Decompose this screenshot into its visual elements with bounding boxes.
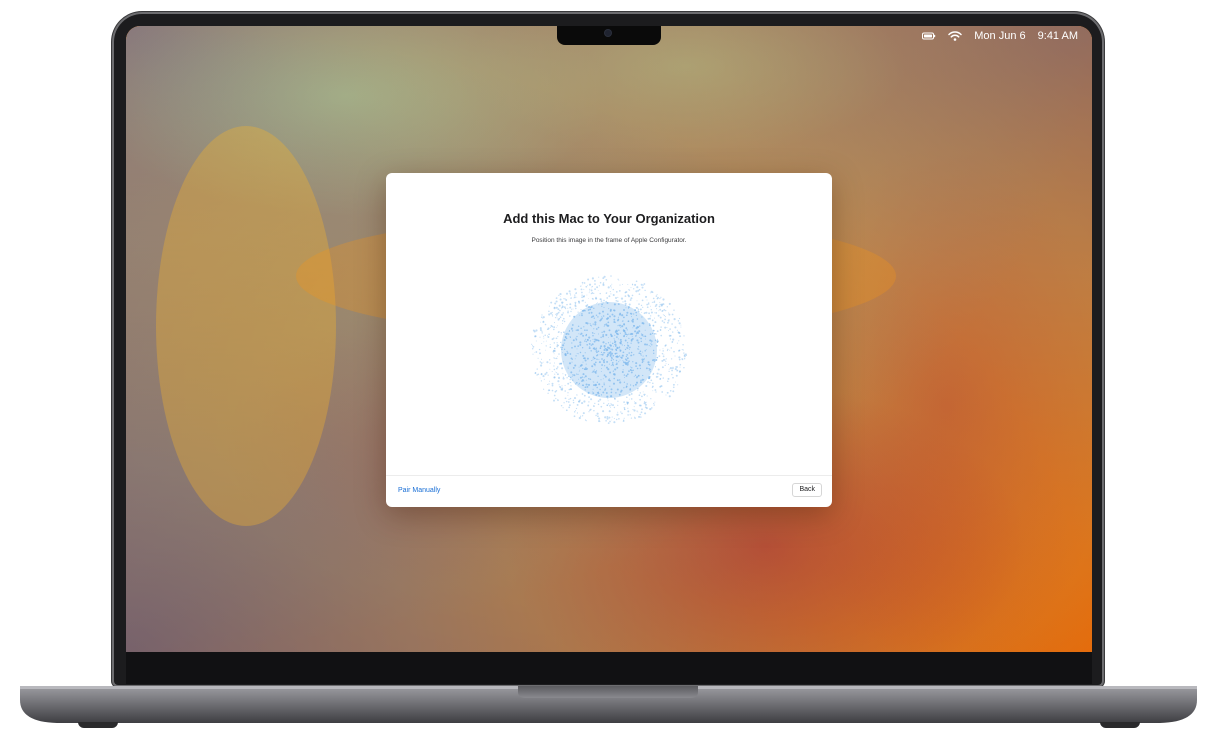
camera-icon: [605, 30, 611, 36]
dialog-title: Add this Mac to Your Organization: [503, 211, 715, 226]
setup-dialog: Add this Mac to Your Organization Positi…: [386, 173, 832, 507]
screen-bottom-bezel: [126, 652, 1092, 684]
dialog-divider: [386, 475, 832, 476]
laptop-foot-left: [78, 722, 118, 728]
menu-bar-status: Mon Jun 6 9:41 AM: [922, 28, 1078, 44]
pairing-particle-cloud: [531, 275, 688, 424]
menubar-date[interactable]: Mon Jun 6: [974, 30, 1025, 42]
laptop-foot-right: [1100, 722, 1140, 728]
wifi-icon[interactable]: [948, 28, 963, 44]
pair-manually-link[interactable]: Pair Manually: [398, 487, 440, 494]
dialog-subtitle: Position this image in the frame of Appl…: [531, 237, 687, 244]
laptop-mockup: Mon Jun 6 9:41 AM Add this Mac to Your O…: [0, 0, 1216, 747]
battery-icon[interactable]: [922, 28, 936, 44]
menubar-time[interactable]: 9:41 AM: [1038, 30, 1078, 42]
back-button[interactable]: Back: [792, 483, 822, 497]
laptop-base: [20, 686, 1197, 723]
